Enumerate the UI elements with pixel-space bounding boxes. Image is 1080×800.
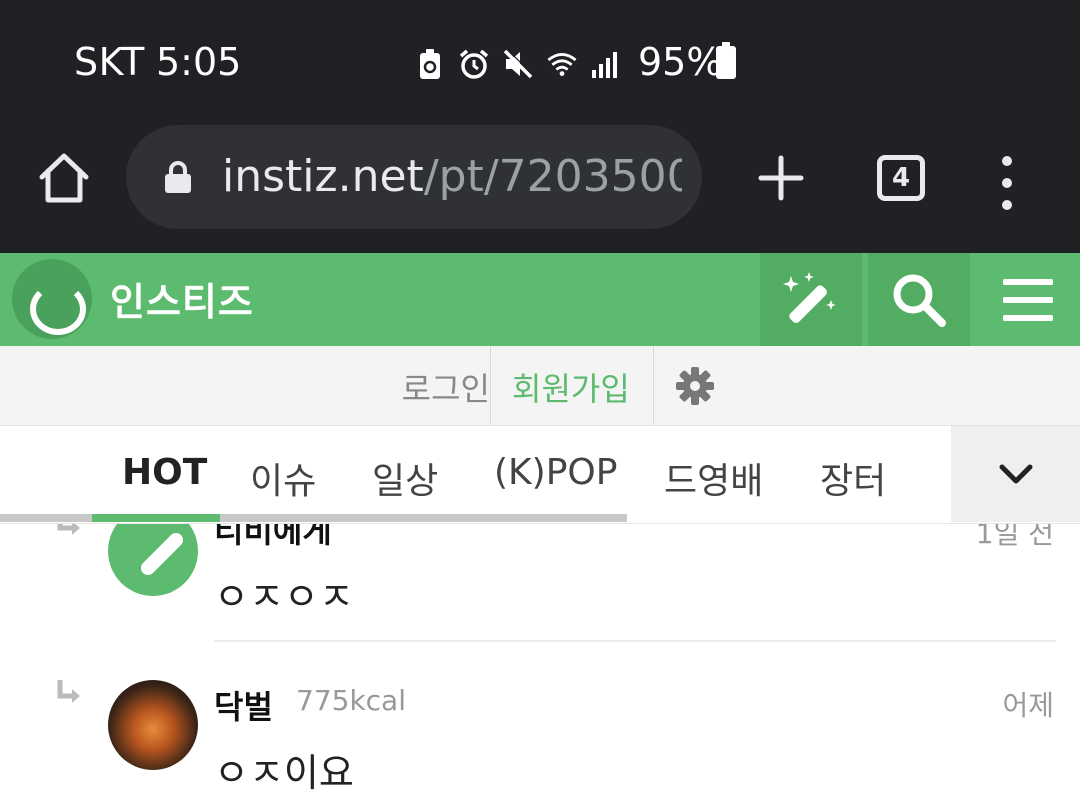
wifi-icon	[546, 47, 578, 81]
avatar[interactable]	[108, 680, 198, 770]
status-bar: SKT 5:05 95%	[0, 0, 1080, 125]
tab-market[interactable]: 장터	[820, 452, 886, 504]
site-logo-icon[interactable]	[12, 259, 92, 339]
expand-tabs-button[interactable]	[951, 426, 1080, 522]
status-icons	[414, 44, 622, 84]
reply-arrow-icon	[57, 524, 80, 535]
chevron-down-icon	[999, 464, 1032, 484]
battery-icon	[716, 42, 736, 79]
carrier-label: SKT	[74, 40, 145, 84]
default-avatar-icon	[141, 533, 183, 575]
login-link[interactable]: 로그인	[372, 364, 490, 410]
clock-time: 5:05	[156, 40, 242, 84]
battery-percent: 95%	[638, 40, 723, 84]
search-icon[interactable]	[868, 253, 970, 346]
signal-icon	[590, 47, 622, 81]
divider	[653, 346, 654, 426]
tab-daily[interactable]: 일상	[372, 452, 438, 504]
tab-issue[interactable]: 이슈	[250, 452, 316, 504]
divider	[490, 346, 491, 426]
category-tabs: HOT 이슈 일상 (K)POP 드영배 장터	[0, 426, 1080, 524]
comment-time: 1일 전	[975, 524, 1054, 550]
tab-switcher-button[interactable]: 4	[877, 155, 925, 201]
magic-wand-icon[interactable]	[760, 253, 862, 346]
comment-text: ㅇㅈ이요	[214, 751, 354, 795]
battery-saver-icon	[414, 47, 446, 81]
url-path: /pt/7203500?	[423, 151, 682, 202]
url-text[interactable]: instiz.net/pt/7203500?	[222, 151, 682, 202]
hamburger-menu-icon[interactable]	[976, 253, 1080, 346]
signup-link[interactable]: 회원가입	[512, 364, 630, 410]
alarm-icon	[458, 47, 490, 81]
comment-list: 티비에게 1일 전 ㅇㅈㅇㅈ 닥벌 775kcal 어제 ㅇㅈ이요	[0, 524, 1080, 800]
comment-text: ㅇㅈㅇㅈ	[214, 575, 354, 619]
browser-toolbar: instiz.net/pt/7203500? 4	[0, 125, 1080, 253]
new-tab-icon[interactable]	[758, 155, 804, 201]
url-host: instiz.net	[222, 151, 424, 202]
comment-meta: 775kcal	[296, 684, 406, 717]
divider	[214, 640, 1056, 642]
home-icon[interactable]	[36, 151, 92, 205]
comment-author[interactable]: 티비에게	[214, 524, 332, 552]
comment-author[interactable]: 닥벌	[214, 682, 273, 728]
gear-icon[interactable]	[676, 367, 714, 405]
auth-bar: 로그인 회원가입	[0, 346, 1080, 426]
tab-kpop[interactable]: (K)POP	[494, 452, 617, 493]
tab-scrollbar-thumb[interactable]	[92, 514, 220, 522]
reply-arrow-icon	[57, 680, 80, 703]
mute-icon	[502, 47, 534, 81]
comment-time: 어제	[1002, 689, 1054, 722]
lock-icon	[164, 161, 192, 193]
site-header: 인스티즈	[0, 253, 1080, 346]
avatar[interactable]	[108, 524, 198, 596]
address-bar[interactable]: instiz.net/pt/7203500?	[126, 125, 702, 229]
tab-drama[interactable]: 드영배	[664, 452, 763, 504]
tab-hot[interactable]: HOT	[122, 452, 207, 493]
site-logo-text[interactable]: 인스티즈	[110, 271, 254, 326]
more-menu-icon[interactable]	[990, 153, 1024, 213]
